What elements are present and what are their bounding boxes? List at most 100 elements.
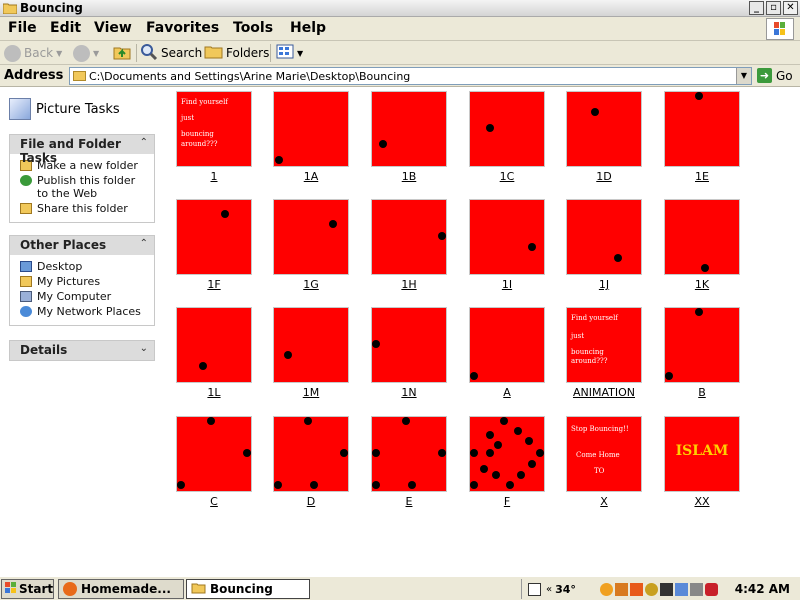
thumb-label[interactable]: 1 [176,170,252,183]
menu-edit[interactable]: Edit [50,20,81,36]
menu-favorites[interactable]: Favorites [146,20,219,36]
ball [408,481,416,489]
menu-file[interactable]: File [8,20,37,36]
close-button[interactable]: ✕ [783,1,798,15]
my-pictures-link[interactable]: My Pictures [20,275,148,288]
tray-app-icon[interactable] [659,582,673,596]
thumb-label[interactable]: 1J [566,278,642,291]
taskbar-item-bouncing[interactable]: Bouncing [186,579,310,599]
thumb-label[interactable]: 1I [469,278,545,291]
thumb-label[interactable]: 1F [176,278,252,291]
thumb-caption: just [571,332,585,340]
security-shield-icon[interactable] [704,582,718,596]
thumbnail-1d[interactable] [566,91,642,167]
my-computer-icon [20,291,32,302]
forward-button[interactable]: ▼ [73,44,99,62]
thumb-label[interactable]: 1E [664,170,740,183]
thumb-label[interactable]: 1L [176,386,252,399]
collapse-icon[interactable]: ⌃ [140,238,148,249]
thumbnail-1m[interactable] [273,307,349,383]
thumbnail-b[interactable] [664,307,740,383]
thumbnail-animation[interactable]: Find yourself just bouncing around??? [566,307,642,383]
up-folder-icon [113,44,131,63]
thumbnail-d[interactable] [273,416,349,492]
thumb-label[interactable]: C [176,495,252,508]
expand-icon[interactable]: ⌄ [140,343,148,354]
thumbnail-1c[interactable] [469,91,545,167]
thumb-label[interactable]: XX [664,495,740,508]
other-places-header[interactable]: Other Places ⌃ [10,236,154,255]
taskbar-item-homemade[interactable]: Homemade... [58,579,184,599]
file-folder-tasks-header[interactable]: File and Folder Tasks ⌃ [10,135,154,165]
thumbnail-a[interactable] [469,307,545,383]
menu-help[interactable]: Help [290,20,326,36]
thumb-label[interactable]: ANIMATION [566,386,642,399]
my-network-places-link[interactable]: My Network Places [20,305,148,318]
my-computer-link[interactable]: My Computer [20,290,148,303]
title-bar[interactable]: Bouncing _ ▫ ✕ [0,0,800,17]
thumbnail-c[interactable] [176,416,252,492]
thumbnail-x[interactable]: Stop Bouncing!! Come Home TO [566,416,642,492]
address-input[interactable]: C:\Documents and Settings\Arine Marie\De… [69,67,752,85]
go-button[interactable]: ➜ Go [757,68,793,83]
thumb-label[interactable]: 1K [664,278,740,291]
thumb-label[interactable]: B [664,386,740,399]
temperature[interactable]: 34° [555,583,576,596]
network-icon[interactable] [674,582,688,596]
thumbnail-1e[interactable] [664,91,740,167]
thumb-label[interactable]: D [273,495,349,508]
search-button[interactable]: Search [140,44,202,62]
thumb-label[interactable]: 1N [371,386,447,399]
tray-app-icon[interactable] [629,582,643,596]
menu-tools[interactable]: Tools [233,20,273,36]
thumb-label[interactable]: E [371,495,447,508]
thumbnail-1a[interactable] [273,91,349,167]
details-header[interactable]: Details ⌄ [10,341,154,360]
thumbnail-xx[interactable]: ISLAM [664,416,740,492]
thumb-label[interactable]: X [566,495,642,508]
thumb-label[interactable]: 1H [371,278,447,291]
minimize-button[interactable]: _ [749,1,764,15]
thumb-label[interactable]: 1A [273,170,349,183]
tray-app-icon[interactable] [644,582,658,596]
thumb-label[interactable]: 1C [469,170,545,183]
publish-folder-link[interactable]: Publish this folder to the Web [20,174,148,200]
thumbnail-1[interactable]: Find yourself just bouncing around??? [176,91,252,167]
thumb-label[interactable]: F [469,495,545,508]
ball [402,417,410,425]
help-icon[interactable] [528,582,541,596]
back-button[interactable]: Back ▼ [4,44,62,62]
desktop-link[interactable]: Desktop [20,260,148,273]
thumbnail-1f[interactable] [176,199,252,275]
thumb-label[interactable]: A [469,386,545,399]
thumbnail-1b[interactable] [371,91,447,167]
views-button[interactable]: ▼ [276,44,303,62]
address-dropdown-button[interactable]: ▼ [736,68,751,84]
folder-icon [73,71,86,81]
share-folder-link[interactable]: Share this folder [20,202,148,215]
tray-expand-icon[interactable]: « [546,584,552,595]
weather-icon[interactable] [599,582,613,596]
thumbnail-1i[interactable] [469,199,545,275]
thumbnail-1g[interactable] [273,199,349,275]
clock: 4:42 AM [734,582,790,596]
tray-app-icon[interactable] [614,582,628,596]
thumb-label[interactable]: 1D [566,170,642,183]
thumbnail-1j[interactable] [566,199,642,275]
thumbnail-1h[interactable] [371,199,447,275]
thumbnail-e[interactable] [371,416,447,492]
folders-button[interactable]: Folders [204,44,269,62]
thumb-label[interactable]: 1M [273,386,349,399]
volume-icon[interactable] [689,582,703,596]
thumb-label[interactable]: 1G [273,278,349,291]
thumbnail-1n[interactable] [371,307,447,383]
thumbnail-f[interactable] [469,416,545,492]
thumbnail-1k[interactable] [664,199,740,275]
up-folder-button[interactable] [113,44,131,62]
restore-button[interactable]: ▫ [766,1,781,15]
collapse-icon[interactable]: ⌃ [140,137,148,148]
thumbnail-1l[interactable] [176,307,252,383]
thumb-label[interactable]: 1B [371,170,447,183]
menu-view[interactable]: View [94,20,132,36]
start-button[interactable]: Start [1,579,54,599]
